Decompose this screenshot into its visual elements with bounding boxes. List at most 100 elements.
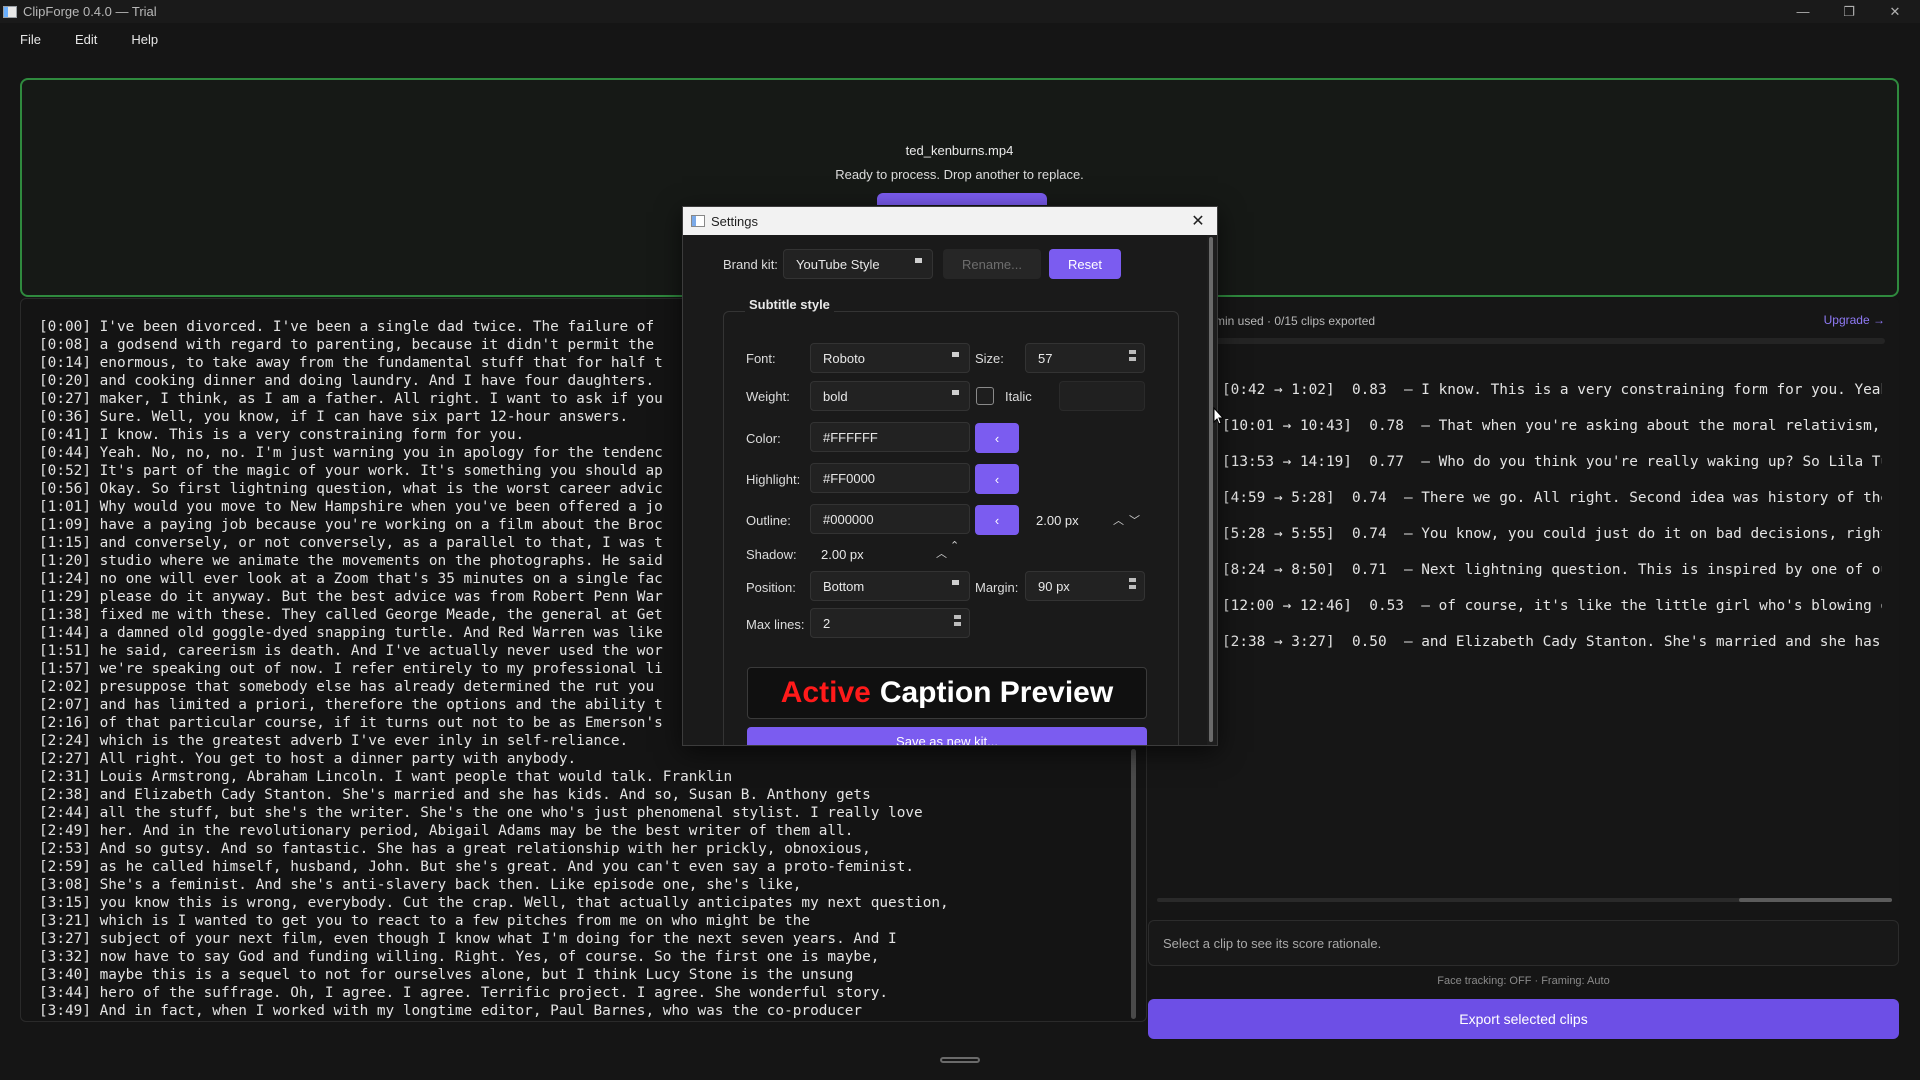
size-label: Size: (975, 351, 1004, 366)
caption-preview: Active Caption Preview (747, 667, 1147, 719)
chevron-down-icon (952, 580, 959, 585)
spin-arrows-icon[interactable] (1126, 347, 1138, 369)
brand-kit-select[interactable]: YouTube Style (783, 249, 933, 279)
clip-row[interactable]: [4:59 → 5:28] 0.74 – There we go. All ri… (1222, 490, 1882, 506)
transcript-line: [2:44] all the stuff, but she's the writ… (39, 805, 923, 821)
highlight-value: #FF0000 (823, 470, 876, 486)
transcript-line: [3:08] She's a feminist. And she's anti-… (39, 877, 802, 893)
clip-row[interactable]: [12:00 → 12:46] 0.53 – of course, it's l… (1222, 598, 1882, 614)
outline-pick-button[interactable]: ‹ (975, 505, 1019, 535)
rename-kit-button[interactable]: Rename... (943, 249, 1041, 279)
transcript-line: [3:40] maybe this is a sequel to not for… (39, 967, 854, 983)
weight-label: Weight: (746, 389, 790, 404)
transcript-line: [3:49] And in fact, when I worked with m… (39, 1003, 863, 1019)
color-value: #FFFFFF (823, 429, 878, 445)
preview-active-word: Active (780, 676, 871, 709)
transcript-line: [2:53] And so gutsy. And so fantastic. S… (39, 841, 871, 857)
transcript-line: [3:44] hero of the suffrage. Oh, I agree… (39, 985, 889, 1001)
weight-value: bold (823, 388, 848, 404)
clips-hscroll-thumb[interactable] (1739, 898, 1892, 902)
shadow-value[interactable]: 2.00 px (821, 547, 864, 562)
usage-progress-bar (1215, 338, 1885, 344)
process-button[interactable] (877, 193, 1047, 205)
transcript-line: [3:32] now have to say God and funding w… (39, 949, 880, 965)
clip-row[interactable]: [8:24 → 8:50] 0.71 – Next lightning ques… (1222, 562, 1882, 578)
size-spinbox[interactable]: 57 (1025, 343, 1145, 373)
max-lines-label: Max lines: (746, 617, 805, 632)
settings-titlebar: Settings ✕ (683, 207, 1217, 235)
spin-arrows-icon[interactable] (951, 612, 963, 634)
minimize-icon[interactable]: — (1780, 0, 1826, 23)
italic-row-spacer (1059, 381, 1145, 411)
highlight-pick-button[interactable]: ‹ (975, 464, 1019, 494)
chevron-down-icon (952, 390, 959, 395)
weight-select[interactable]: bold (810, 381, 970, 411)
outline-value: #000000 (823, 511, 874, 527)
transcript-line: [3:27] subject of your next film, even t… (39, 931, 897, 947)
score-rationale-box: Select a clip to see its score rationale… (1148, 920, 1899, 966)
chevron-up-down-icon[interactable]: ⌃ (950, 539, 959, 552)
outline-input[interactable]: #000000 (810, 504, 970, 534)
color-pick-button[interactable]: ‹ (975, 423, 1019, 453)
menu-bar: File Edit Help (0, 23, 1920, 56)
brand-kit-value: YouTube Style (796, 256, 880, 272)
face-tracking-status: Face tracking: OFF · Framing: Auto (1437, 975, 1610, 987)
position-value: Bottom (823, 578, 865, 594)
max-lines-value: 2 (823, 615, 831, 631)
chevron-up-icon[interactable]: ︿ (1113, 512, 1124, 528)
highlight-input[interactable]: #FF0000 (810, 463, 970, 493)
settings-scroll-thumb[interactable] (1209, 237, 1213, 742)
spin-arrows-icon[interactable] (1126, 575, 1138, 597)
menu-edit[interactable]: Edit (65, 27, 107, 52)
settings-body: Brand kit: YouTube Style Rename... Reset… (683, 235, 1209, 745)
upgrade-link[interactable]: Upgrade → (1824, 313, 1885, 327)
clip-row[interactable]: [10:01 → 10:43] 0.78 – That when you're … (1222, 418, 1882, 434)
maximize-icon[interactable]: ❐ (1826, 0, 1872, 23)
transcript-line: [3:15] you know this is wrong, everybody… (39, 895, 949, 911)
clip-row[interactable]: [13:53 → 14:19] 0.77 – Who do you think … (1222, 454, 1882, 470)
panel-resize-grip[interactable] (940, 1057, 980, 1063)
size-value: 57 (1038, 350, 1053, 366)
close-window-icon[interactable]: ✕ (1872, 0, 1918, 23)
menu-file[interactable]: File (10, 27, 51, 52)
color-label: Color: (746, 431, 781, 446)
position-select[interactable]: Bottom (810, 571, 970, 601)
transcript-line: [2:38] and Elizabeth Cady Stanton. She's… (39, 787, 871, 803)
chevron-up-icon[interactable]: ︿ (936, 545, 947, 561)
close-icon[interactable]: ✕ (1187, 210, 1209, 232)
max-lines-spinbox[interactable]: 2 (810, 608, 970, 638)
menu-help[interactable]: Help (121, 27, 168, 52)
drop-status: Ready to process. Drop another to replac… (835, 167, 1084, 182)
outline-width-value[interactable]: 2.00 px (1036, 513, 1079, 528)
export-selected-clips-button[interactable]: Export selected clips (1148, 999, 1899, 1039)
save-as-new-kit-button[interactable]: Save as new kit... (747, 727, 1147, 745)
window-titlebar: ClipForge 0.4.0 — Trial — ❐ ✕ (0, 0, 1920, 23)
transcript-line: [2:31] Louis Armstrong, Abraham Lincoln.… (39, 769, 733, 785)
loaded-filename: ted_kenburns.mp4 (905, 143, 1014, 158)
transcript-scrollbar[interactable] (1131, 749, 1136, 1019)
preview-rest-text: Caption Preview (879, 676, 1114, 709)
margin-value: 90 px (1038, 578, 1070, 594)
shadow-label: Shadow: (746, 547, 797, 562)
margin-spinbox[interactable]: 90 px (1025, 571, 1145, 601)
font-label: Font: (746, 351, 776, 366)
settings-scrollbar[interactable] (1207, 235, 1217, 745)
settings-title: Settings (711, 213, 758, 229)
color-input[interactable]: #FFFFFF (810, 422, 970, 452)
font-select[interactable]: Roboto (810, 343, 970, 373)
clip-row[interactable]: [5:28 → 5:55] 0.74 – You know, you could… (1222, 526, 1882, 542)
reset-button[interactable]: Reset (1049, 249, 1121, 279)
position-label: Position: (746, 580, 796, 595)
app-icon (3, 5, 17, 18)
transcript-line: [2:59] as he called himself, husband, Jo… (39, 859, 915, 875)
transcript-line: [2:49] her. And in the revolutionary per… (39, 823, 854, 839)
clip-row[interactable]: [0:42 → 1:02] 0.83 – I know. This is a v… (1222, 382, 1882, 398)
margin-label: Margin: (975, 580, 1019, 595)
transcript-line: [3:21] which is I wanted to get you to r… (39, 913, 811, 929)
font-value: Roboto (823, 350, 865, 366)
italic-checkbox[interactable] (976, 387, 994, 405)
clip-row[interactable]: [2:38 → 3:27] 0.50 – and Elizabeth Cady … (1222, 634, 1882, 650)
settings-dialog: Settings ✕ Brand kit: YouTube Style Rena… (682, 206, 1218, 746)
clips-panel: min used · 0/15 clips exported Upgrade →… (1147, 298, 1899, 910)
chevron-down-icon[interactable]: ﹀ (1129, 512, 1140, 528)
